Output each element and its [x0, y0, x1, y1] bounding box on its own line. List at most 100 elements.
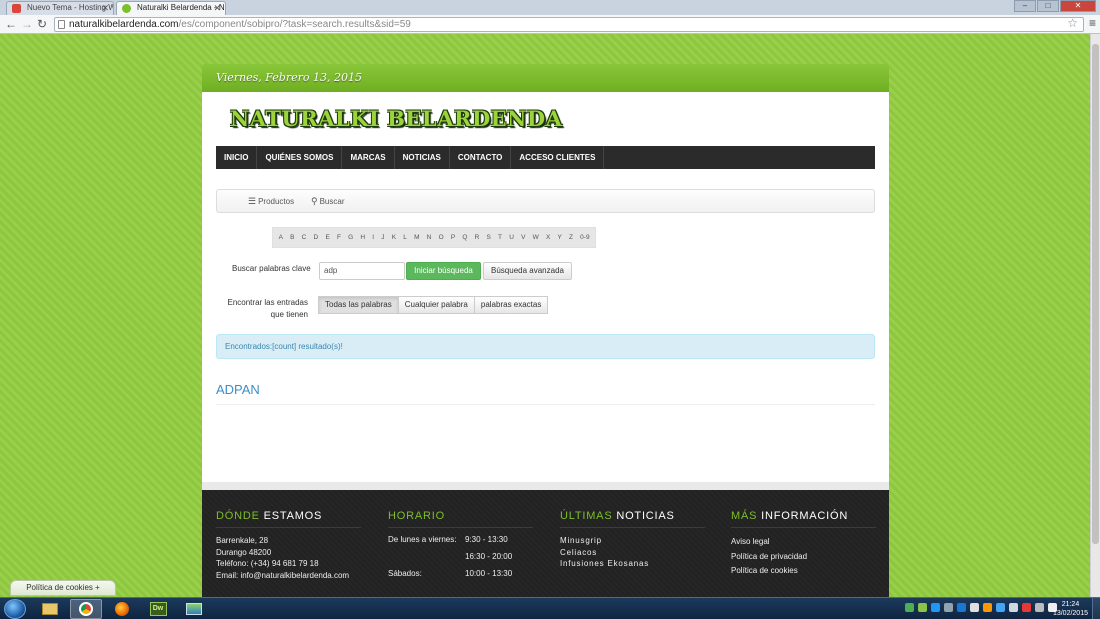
close-window-icon[interactable]: ✕ — [1060, 0, 1096, 12]
letter-y[interactable]: Y — [554, 228, 566, 247]
taskbar-clock[interactable]: 21:24 13/02/2015 — [1053, 600, 1088, 618]
clock-date: 13/02/2015 — [1052, 610, 1088, 617]
browser-menu-icon[interactable]: ≡ — [1089, 16, 1096, 30]
taskbar-dreamweaver[interactable]: Dw — [142, 599, 174, 619]
letter-v[interactable]: V — [517, 228, 529, 247]
nav-inicio[interactable]: INICIO — [216, 146, 258, 169]
letter-g[interactable]: G — [345, 228, 357, 247]
letter-s[interactable]: S — [483, 228, 495, 247]
content-panel: NATURALKI BELARDENDA INICIO QUIÉNES SOMO… — [202, 92, 889, 482]
letter-z[interactable]: Z — [565, 228, 576, 247]
letter-h[interactable]: H — [357, 228, 369, 247]
letter-q[interactable]: Q — [459, 228, 471, 247]
nav-contacto[interactable]: CONTACTO — [450, 146, 512, 169]
tray-app-icon[interactable] — [983, 603, 992, 612]
letter-j[interactable]: J — [378, 228, 388, 247]
letter-x[interactable]: X — [542, 228, 554, 247]
scrollbar-thumb[interactable] — [1092, 44, 1099, 544]
address-city: Durango 48200 — [216, 547, 272, 557]
minimize-icon[interactable]: – — [1014, 0, 1036, 12]
start-search-button[interactable]: Iniciar búsqueda — [406, 262, 481, 280]
more-info-links: Aviso legal Política de privacidad Polít… — [731, 535, 876, 579]
tray-app-icon[interactable] — [931, 603, 940, 612]
letter-t[interactable]: T — [494, 228, 505, 247]
taskbar-firefox[interactable] — [106, 599, 138, 619]
hours-row: 16:30 - 20:00 — [465, 552, 513, 561]
folder-icon — [42, 603, 58, 615]
search-link[interactable]: ⚲ Buscar — [311, 196, 345, 207]
main-navigation: INICIO QUIÉNES SOMOS MARCAS NOTICIAS CON… — [216, 146, 875, 169]
letter-p[interactable]: P — [447, 228, 459, 247]
letter-b[interactable]: B — [287, 228, 299, 247]
taskbar-explorer[interactable] — [34, 599, 66, 619]
advanced-search-button[interactable]: Búsqueda avanzada — [483, 262, 572, 280]
legal-notice-link[interactable]: Aviso legal — [731, 535, 876, 550]
letter-n[interactable]: N — [423, 228, 435, 247]
letter-i[interactable]: I — [369, 228, 378, 247]
letter-o[interactable]: O — [435, 228, 447, 247]
tray-app-icon[interactable] — [1009, 603, 1018, 612]
letter-k[interactable]: K — [388, 228, 400, 247]
letter-a[interactable]: A — [275, 228, 287, 247]
letter-d[interactable]: D — [310, 228, 322, 247]
cookie-policy-link[interactable]: Política de cookies — [731, 564, 876, 579]
keyword-search-input[interactable]: adp — [319, 262, 405, 280]
address-bar[interactable]: naturalkibelardenda.com/es/component/sob… — [54, 17, 1084, 32]
tray-app-icon[interactable] — [1022, 603, 1031, 612]
match-any-word[interactable]: Cualquier palabra — [397, 296, 475, 314]
address-email[interactable]: Email: info@naturalkibelardenda.com — [216, 570, 361, 582]
letter-c[interactable]: C — [298, 228, 310, 247]
back-arrow-icon[interactable]: ← — [5, 16, 17, 32]
show-desktop-button[interactable] — [1092, 598, 1100, 619]
news-item[interactable]: Minusgrip — [560, 535, 705, 547]
nav-marcas[interactable]: MARCAS — [342, 146, 395, 169]
taskbar-network[interactable] — [178, 599, 210, 619]
nav-acceso-clientes[interactable]: ACCESO CLIENTES — [511, 146, 605, 169]
letter-e[interactable]: E — [322, 228, 334, 247]
tray-app-icon[interactable] — [957, 603, 966, 612]
tray-drive-icon[interactable] — [905, 603, 914, 612]
news-item[interactable]: Celiacos — [560, 547, 705, 559]
keyword-label: Buscar palabras clave — [232, 264, 311, 273]
reload-icon[interactable]: ↻ — [37, 16, 47, 32]
footer-hours-heading: HORARIO — [388, 510, 533, 528]
tray-app-icon[interactable] — [970, 603, 979, 612]
site-logo[interactable]: NATURALKI BELARDENDA — [230, 106, 562, 131]
letter-l[interactable]: L — [400, 228, 411, 247]
tray-app-icon[interactable] — [996, 603, 1005, 612]
tray-app-icon[interactable] — [918, 603, 927, 612]
match-exact-phrase[interactable]: palabras exactas — [473, 296, 549, 314]
page-scrollbar[interactable] — [1090, 34, 1100, 597]
forward-arrow-icon[interactable]: → — [21, 16, 33, 32]
date-bar: Viernes, Febrero 13, 2015 — [202, 64, 889, 92]
start-button-icon[interactable] — [4, 599, 26, 619]
site-container: Viernes, Febrero 13, 2015 NATURALKI BELA… — [202, 64, 889, 597]
letter-m[interactable]: M — [410, 228, 423, 247]
letter-f[interactable]: F — [333, 228, 344, 247]
network-app-icon — [186, 603, 202, 615]
footer-where: DÓNDE ESTAMOS Barrenkale, 28 Durango 482… — [216, 510, 361, 581]
privacy-policy-link[interactable]: Política de privacidad — [731, 550, 876, 565]
taskbar-chrome[interactable] — [70, 599, 102, 619]
letter-u[interactable]: U — [506, 228, 518, 247]
products-link[interactable]: ☰ Productos — [248, 196, 294, 207]
letter-w[interactable]: W — [529, 228, 542, 247]
tab-nuevo-tema[interactable]: Nuevo Tema - Hosting W ✕ — [6, 1, 114, 15]
nav-quienes-somos[interactable]: QUIÉNES SOMOS — [257, 146, 343, 169]
maximize-icon[interactable]: □ — [1037, 0, 1059, 12]
cookie-policy-tab[interactable]: Política de cookies + — [10, 580, 116, 596]
nav-noticias[interactable]: NOTICIAS — [395, 146, 450, 169]
tab-naturalki[interactable]: Naturalki Belardenda - Na ✕ — [116, 1, 226, 15]
close-tab-icon[interactable]: ✕ — [101, 2, 109, 14]
close-tab-icon[interactable]: ✕ — [213, 2, 221, 14]
letter-0-9[interactable]: 0-9 — [577, 228, 594, 247]
tray-app-icon[interactable] — [944, 603, 953, 612]
news-item[interactable]: Infusiones Ekosanas — [560, 558, 705, 570]
bookmark-star-icon[interactable]: ☆ — [1067, 16, 1078, 30]
letter-r[interactable]: R — [471, 228, 483, 247]
result-entry-title[interactable]: ADPAN — [216, 382, 260, 397]
match-all-words[interactable]: Todas las palabras — [318, 296, 399, 314]
sobipro-toolbar: ☰ Productos ⚲ Buscar — [216, 189, 875, 213]
page-background: Viernes, Febrero 13, 2015 NATURALKI BELA… — [0, 34, 1090, 597]
network-icon[interactable] — [1035, 603, 1044, 612]
